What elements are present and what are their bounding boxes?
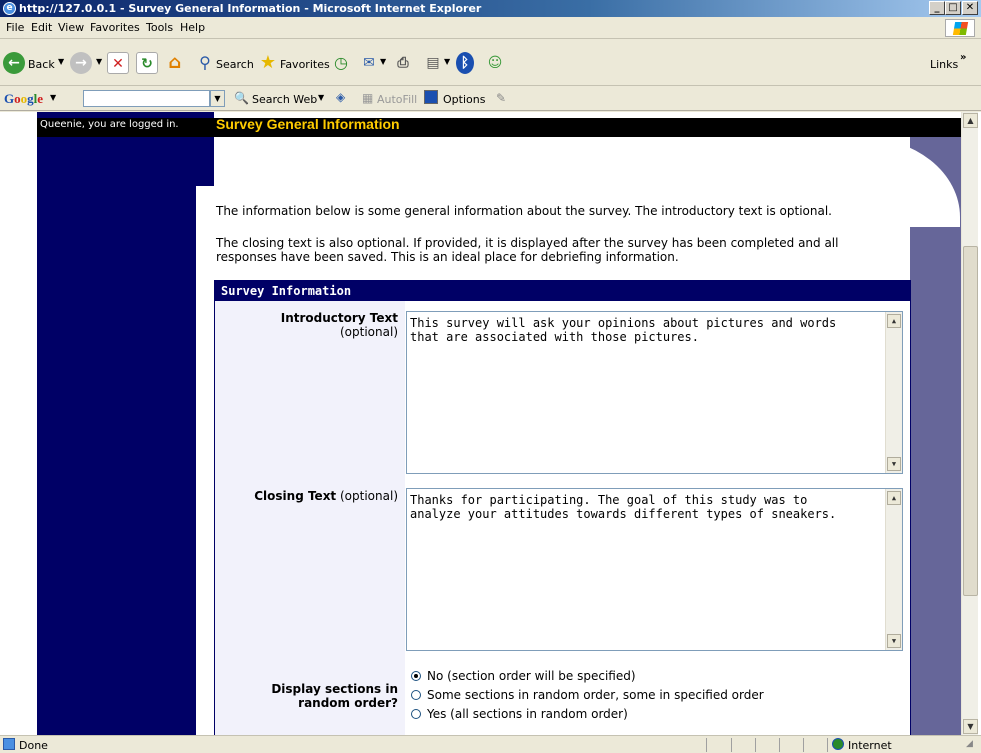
menu-help[interactable]: Help <box>180 21 205 34</box>
messenger-icon[interactable]: ☺ <box>484 52 506 74</box>
home-icon[interactable]: ⌂ <box>164 52 186 74</box>
page-scrollbar[interactable]: ▲ ▼ <box>961 112 978 735</box>
radio-yes[interactable]: Yes (all sections in random order) <box>411 707 628 721</box>
section-header: Survey Information <box>215 281 910 301</box>
edit-icon[interactable]: ▤ <box>422 52 444 74</box>
back-icon[interactable]: ← <box>3 52 25 74</box>
google-search-input[interactable] <box>83 90 210 107</box>
status-text: Done <box>19 739 48 752</box>
intro-scrollbar[interactable]: ▲ ▼ <box>885 312 902 473</box>
closing-scrollbar[interactable]: ▲ ▼ <box>885 489 902 650</box>
intro-textarea[interactable]: This survey will ask your opinions about… <box>406 311 903 474</box>
toolbar: ← Back ▼ → ▼ ✕ ↻ ⌂ ⚲ Search ★ Favorites … <box>0 40 981 86</box>
scroll-down-icon[interactable]: ▼ <box>963 719 978 734</box>
left-nav-panel <box>37 112 214 735</box>
globe-icon <box>832 738 844 750</box>
radio-unchecked-icon[interactable] <box>411 709 421 719</box>
search-button[interactable]: Search <box>216 58 254 71</box>
windows-logo-icon <box>945 19 975 37</box>
refresh-icon[interactable]: ↻ <box>136 52 158 74</box>
radio-some[interactable]: Some sections in random order, some in s… <box>411 688 764 702</box>
page-content: Queenie, you are logged in. Survey Gener… <box>0 112 981 735</box>
menu-tools[interactable]: Tools <box>146 21 173 34</box>
back-label[interactable]: Back <box>28 58 55 71</box>
intro-label: Introductory Text (optional) <box>280 311 398 339</box>
forward-icon[interactable]: → <box>70 52 92 74</box>
menu-bar: File Edit View Favorites Tools Help <box>0 17 981 39</box>
scroll-up-icon[interactable]: ▲ <box>963 113 978 128</box>
menu-edit[interactable]: Edit <box>31 21 52 34</box>
edit-dropdown-icon[interactable]: ▼ <box>444 57 450 66</box>
radio-no[interactable]: No (section order will be specified) <box>411 669 636 683</box>
closing-label: Closing Text (optional) <box>254 489 398 503</box>
menu-view[interactable]: View <box>58 21 84 34</box>
menu-favorites[interactable]: Favorites <box>90 21 140 34</box>
close-button[interactable]: ✕ <box>962 1 978 15</box>
page-title: Survey General Information <box>216 116 400 132</box>
radio-checked-icon[interactable] <box>411 671 421 681</box>
bluetooth-icon[interactable]: ᛒ <box>456 52 474 74</box>
zone-text: Internet <box>848 739 892 752</box>
survey-info-section: Survey Information Introductory Text (opt… <box>214 280 911 735</box>
autofill-button[interactable]: AutoFill <box>377 93 417 106</box>
chevron-right-icon[interactable]: » <box>960 52 966 63</box>
title-bar: e http://127.0.0.1 - Survey General Info… <box>0 0 981 17</box>
closing-paragraph-line1: The closing text is also optional. If pr… <box>216 236 839 250</box>
intro-paragraph: The information below is some general in… <box>216 204 832 218</box>
search-web-dropdown-icon[interactable]: ▼ <box>318 93 324 102</box>
closing-paragraph-line2: responses have been saved. This is an id… <box>216 250 679 264</box>
highlighter-icon[interactable]: ✎ <box>496 91 506 105</box>
radio-unchecked-icon[interactable] <box>411 690 421 700</box>
history-icon[interactable]: ◷ <box>330 52 352 74</box>
random-order-label: Display sections in random order? <box>271 682 398 710</box>
closing-textarea[interactable]: Thanks for participating. The goal of th… <box>406 488 903 651</box>
menu-file[interactable]: File <box>6 21 24 34</box>
page-rank-icon[interactable]: ◈ <box>336 90 345 104</box>
page-status-icon <box>3 738 15 750</box>
minimize-button[interactable]: _ <box>929 1 945 15</box>
print-icon[interactable]: ⎙ <box>392 52 414 74</box>
maximize-button[interactable]: □ <box>945 1 961 15</box>
scroll-up-icon[interactable]: ▲ <box>887 314 901 328</box>
search-web-button[interactable]: Search Web <box>252 93 317 106</box>
logged-in-text: Queenie, you are logged in. <box>40 119 179 130</box>
search-icon[interactable]: ⚲ <box>194 52 216 74</box>
scroll-down-icon[interactable]: ▼ <box>887 457 901 471</box>
resize-grip-icon[interactable]: ◢ <box>966 739 973 749</box>
back-dropdown-icon[interactable]: ▼ <box>58 57 64 66</box>
status-bar: Done Internet ◢ <box>0 735 981 753</box>
ie-logo-icon: e <box>3 2 16 15</box>
mail-icon[interactable]: ✉ <box>358 52 380 74</box>
scroll-down-icon[interactable]: ▼ <box>887 634 901 648</box>
forward-dropdown-icon[interactable]: ▼ <box>96 57 102 66</box>
favorites-icon[interactable]: ★ <box>257 52 279 74</box>
favorites-button[interactable]: Favorites <box>280 58 330 71</box>
scroll-up-icon[interactable]: ▲ <box>887 491 901 505</box>
autofill-icon[interactable]: ▦ <box>362 91 373 105</box>
google-logo[interactable]: Google <box>4 91 43 107</box>
binoculars-icon[interactable]: 🔍 <box>234 91 249 105</box>
google-menu-dropdown-icon[interactable]: ▼ <box>50 93 56 102</box>
google-search-dropdown-icon[interactable]: ▼ <box>210 90 225 107</box>
links-button[interactable]: Links <box>930 58 958 71</box>
google-toolbar: Google ▼ ▼ 🔍 Search Web ▼ ◈ ▦ AutoFill O… <box>0 87 981 111</box>
scroll-thumb[interactable] <box>963 246 978 596</box>
options-button[interactable]: Options <box>443 93 485 106</box>
window-title: http://127.0.0.1 - Survey General Inform… <box>19 2 482 15</box>
stop-icon[interactable]: ✕ <box>107 52 129 74</box>
options-icon[interactable] <box>424 90 438 104</box>
mail-dropdown-icon[interactable]: ▼ <box>380 57 386 66</box>
